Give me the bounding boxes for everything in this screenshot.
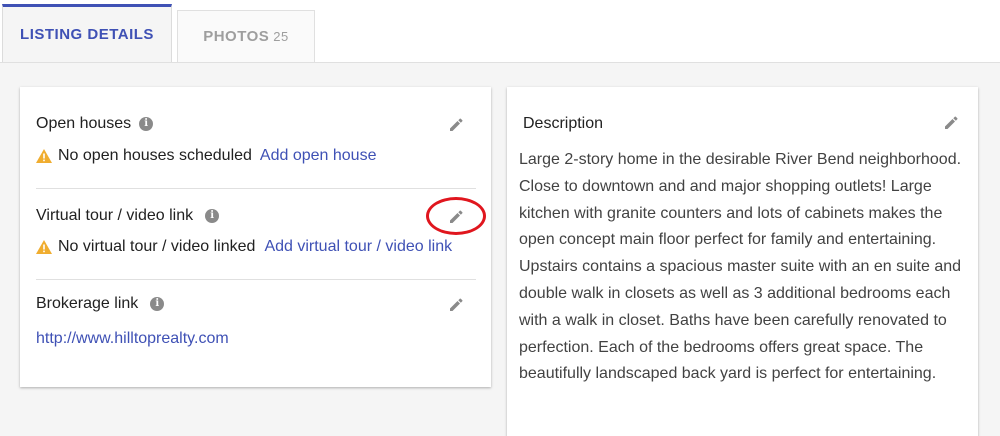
tab-photos-label: PHOTOS [203,28,270,45]
info-icon[interactable]: i [205,209,220,223]
tab-photos-count: 25 [273,29,289,44]
tab-photos[interactable]: PHOTOS 25 [177,10,315,62]
open-houses-title: Open houses [36,115,132,132]
brokerage-url-link[interactable]: http://www.hilltoprealty.com [36,330,229,348]
tab-listing-details[interactable]: LISTING DETAILS [2,4,172,62]
description-card: Description Large 2-story home in the de… [507,87,978,436]
add-virtual-tour-link[interactable]: Add virtual tour / video link [264,238,452,256]
warning-icon [36,240,52,254]
open-houses-status: No open houses scheduled [58,147,252,164]
description-text: Large 2-story home in the desirable Rive… [519,151,962,383]
open-houses-title-row: Open houses i [36,115,476,133]
pencil-icon[interactable] [448,297,464,313]
open-houses-status-row: No open houses scheduled Add open house [36,147,476,165]
info-icon[interactable]: i [150,297,165,311]
virtual-tour-title-row: Virtual tour / video link i [36,207,476,225]
brokerage-title-row: Brokerage link i [36,295,476,313]
warning-icon [36,149,52,163]
tab-listing-details-label: LISTING DETAILS [20,26,154,43]
details-card: Open houses i No open houses scheduled A… [20,87,491,387]
virtual-tour-title: Virtual tour / video link [36,207,194,224]
divider [36,279,476,280]
description-title: Description [523,115,604,132]
tab-bar: LISTING DETAILS PHOTOS 25 [0,0,1000,62]
content-area: Open houses i No open houses scheduled A… [0,62,1000,436]
pencil-icon[interactable] [448,117,464,133]
virtual-tour-status-row: No virtual tour / video linked Add virtu… [36,238,476,256]
brokerage-title: Brokerage link [36,295,139,312]
brokerage-section: Brokerage link i http://www.hilltoprealt… [36,295,476,348]
open-houses-section: Open houses i No open houses scheduled A… [36,115,476,165]
pencil-icon[interactable] [943,115,959,131]
virtual-tour-status: No virtual tour / video linked [58,238,256,255]
add-open-house-link[interactable]: Add open house [260,147,377,165]
divider [36,188,476,189]
info-icon[interactable]: i [139,117,154,131]
virtual-tour-section: Virtual tour / video link i No virtual t… [36,207,476,256]
brokerage-url-row: http://www.hilltoprealty.com [36,330,476,348]
highlight-circle [426,197,486,235]
